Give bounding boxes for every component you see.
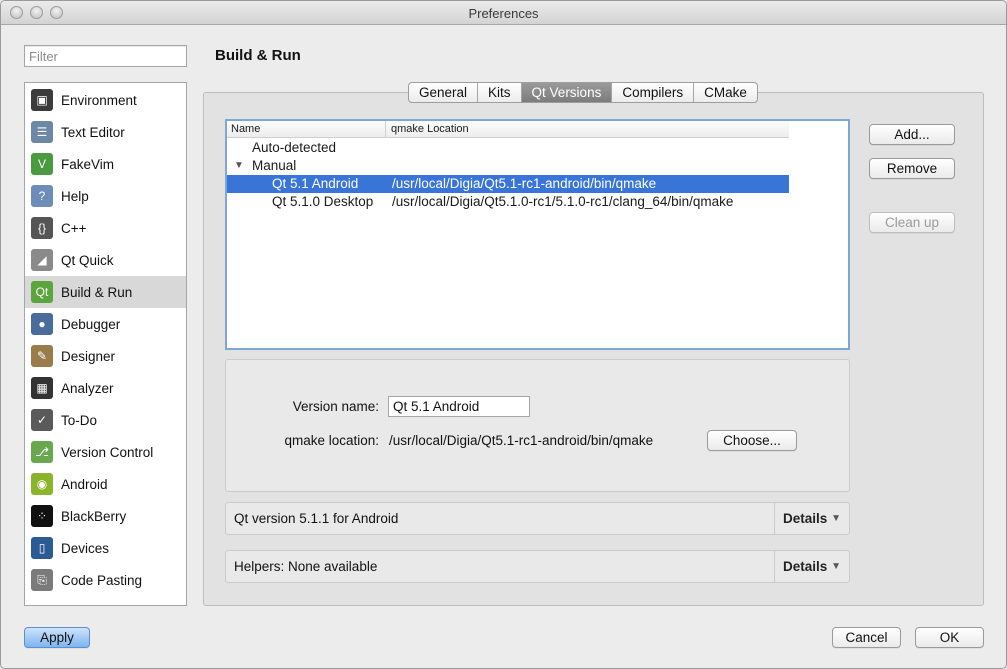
- sidebar-item[interactable]: Qt Build & Run: [25, 276, 186, 308]
- devices-icon: ▯: [31, 537, 53, 559]
- sidebar-item-label: To-Do: [61, 412, 98, 428]
- choose-button[interactable]: Choose...: [707, 430, 797, 451]
- tree-row[interactable]: Qt 5.1.0 Desktop/usr/local/Digia/Qt5.1.0…: [227, 193, 789, 211]
- sidebar-item-label: Devices: [61, 540, 110, 556]
- remove-button[interactable]: Remove: [869, 158, 955, 179]
- tab[interactable]: Compilers: [612, 83, 695, 102]
- tree-cell-name: Manual: [252, 158, 297, 173]
- version-name-label: Version name:: [292, 399, 379, 414]
- tab-bar: General Kits Qt Versions Compilers CMake: [408, 82, 758, 103]
- sidebar-item[interactable]: ☰ Text Editor: [25, 116, 186, 148]
- sidebar-item-label: Analyzer: [61, 380, 114, 396]
- sidebar-item[interactable]: ▣ Environment: [25, 84, 186, 116]
- sidebar-item-label: BlackBerry: [61, 508, 127, 524]
- build-run-icon: Qt: [31, 281, 53, 303]
- version-details-box: Version name: qmake location: /usr/local…: [225, 359, 850, 492]
- qmake-location-value: /usr/local/Digia/Qt5.1-rc1-android/bin/q…: [389, 433, 654, 448]
- help-icon: ?: [31, 185, 53, 207]
- add-button[interactable]: Add...: [869, 124, 955, 145]
- helpers-section: Helpers: None available Details ▼: [225, 550, 850, 583]
- sidebar-item-label: Designer: [61, 348, 116, 364]
- tab[interactable]: CMake: [694, 83, 757, 102]
- designer-icon: ✎: [31, 345, 53, 367]
- sidebar-item-label: Version Control: [61, 444, 154, 460]
- debugger-icon: ●: [31, 313, 53, 335]
- filter-input[interactable]: [24, 45, 187, 67]
- sidebar-item[interactable]: ◢ Qt Quick: [25, 244, 186, 276]
- qt-version-info-text: Qt version 5.1.1 for Android: [234, 511, 399, 526]
- helpers-info-text: Helpers: None available: [234, 559, 378, 574]
- sidebar-item[interactable]: ⁘ BlackBerry: [25, 500, 186, 532]
- tree-cell-name: Auto-detected: [252, 140, 337, 155]
- tree-cell-qmake-location: /usr/local/Digia/Qt5.1.0-rc1/5.1.0-rc1/c…: [392, 194, 734, 209]
- tree-row[interactable]: Auto-detected: [227, 139, 789, 157]
- sidebar-item-label: Environment: [61, 92, 137, 108]
- tab[interactable]: Kits: [478, 83, 522, 102]
- sidebar-item-label: Help: [61, 188, 89, 204]
- sidebar-item-label: Qt Quick: [61, 252, 114, 268]
- tab[interactable]: General: [409, 83, 479, 102]
- version-control-icon: ⎇: [31, 441, 53, 463]
- sidebar-item[interactable]: ▯ Devices: [25, 532, 186, 564]
- clean-up-button[interactable]: Clean up: [869, 212, 955, 233]
- details-label: Details: [783, 559, 828, 574]
- tree-row[interactable]: Qt 5.1 Android/usr/local/Digia/Qt5.1-rc1…: [227, 175, 789, 193]
- sidebar-item-label: FakeVim: [61, 156, 115, 172]
- window-title: Preferences: [468, 6, 539, 21]
- chevron-down-icon: ▼: [831, 513, 841, 524]
- qt-version-info-section: Qt version 5.1.1 for Android Details ▼: [225, 502, 850, 535]
- sidebar-item[interactable]: ⎇ Version Control: [25, 436, 186, 468]
- sidebar-item[interactable]: ◉ Android: [25, 468, 186, 500]
- page-title: Build & Run: [215, 47, 301, 64]
- version-name-field[interactable]: [388, 396, 530, 417]
- sidebar-item-label: Debugger: [61, 316, 121, 332]
- chevron-down-icon: ▼: [831, 561, 841, 572]
- sidebar-item[interactable]: ✓ To-Do: [25, 404, 186, 436]
- helpers-details-button[interactable]: Details ▼: [774, 551, 849, 582]
- qt-versions-tree[interactable]: Name qmake Location Auto-detected ▼ Manual…: [225, 119, 850, 350]
- column-separator: [385, 121, 386, 138]
- analyzer-icon: ▦: [31, 377, 53, 399]
- tree-cell-name: Qt 5.1.0 Desktop: [272, 194, 374, 209]
- column-header-name[interactable]: Name: [231, 123, 260, 135]
- sidebar-item-label: Android: [61, 476, 108, 492]
- qmake-location-label: qmake location:: [284, 433, 379, 448]
- sidebar-item-label: Build & Run: [61, 284, 133, 300]
- sidebar-item-label: Text Editor: [61, 124, 125, 140]
- preferences-window: Preferences ▣ Environment ☰ Text Editor V Fak…: [0, 0, 1007, 669]
- details-label: Details: [783, 511, 828, 526]
- qt-quick-icon: ◢: [31, 249, 53, 271]
- sidebar-item[interactable]: V FakeVim: [25, 148, 186, 180]
- fakevim-icon: V: [31, 153, 53, 175]
- tree-cell-name: Qt 5.1 Android: [272, 176, 359, 191]
- sidebar-item[interactable]: ⎘ Code Pasting: [25, 564, 186, 596]
- apply-button[interactable]: Apply: [24, 627, 90, 648]
- sidebar-item-label: Code Pasting: [61, 572, 143, 588]
- todo-icon: ✓: [31, 409, 53, 431]
- code-pasting-icon: ⎘: [31, 569, 53, 591]
- sidebar-item[interactable]: ● Debugger: [25, 308, 186, 340]
- text-editor-icon: ☰: [31, 121, 53, 143]
- cancel-button[interactable]: Cancel: [832, 627, 901, 648]
- qt-version-details-button[interactable]: Details ▼: [774, 503, 849, 534]
- sidebar-item-label: C++: [61, 220, 87, 236]
- tree-cell-qmake-location: /usr/local/Digia/Qt5.1-rc1-android/bin/q…: [392, 176, 657, 191]
- ok-button[interactable]: OK: [915, 627, 984, 648]
- disclosure-triangle-icon[interactable]: ▼: [234, 157, 244, 175]
- sidebar-item[interactable]: {} C++: [25, 212, 186, 244]
- tab[interactable]: Qt Versions: [521, 83, 613, 102]
- cpp-icon: {}: [31, 217, 53, 239]
- title-bar: Preferences: [1, 1, 1006, 25]
- sidebar-item[interactable]: ✎ Designer: [25, 340, 186, 372]
- environment-icon: ▣: [31, 89, 53, 111]
- blackberry-icon: ⁘: [31, 505, 53, 527]
- tree-header: Name qmake Location: [227, 121, 789, 138]
- category-sidebar: ▣ Environment ☰ Text Editor V FakeVim? Help {} C…: [24, 82, 187, 606]
- android-icon: ◉: [31, 473, 53, 495]
- sidebar-item[interactable]: ? Help: [25, 180, 186, 212]
- tree-row[interactable]: ▼ Manual: [227, 157, 789, 175]
- sidebar-item[interactable]: ▦ Analyzer: [25, 372, 186, 404]
- column-header-qmake-location[interactable]: qmake Location: [391, 123, 469, 135]
